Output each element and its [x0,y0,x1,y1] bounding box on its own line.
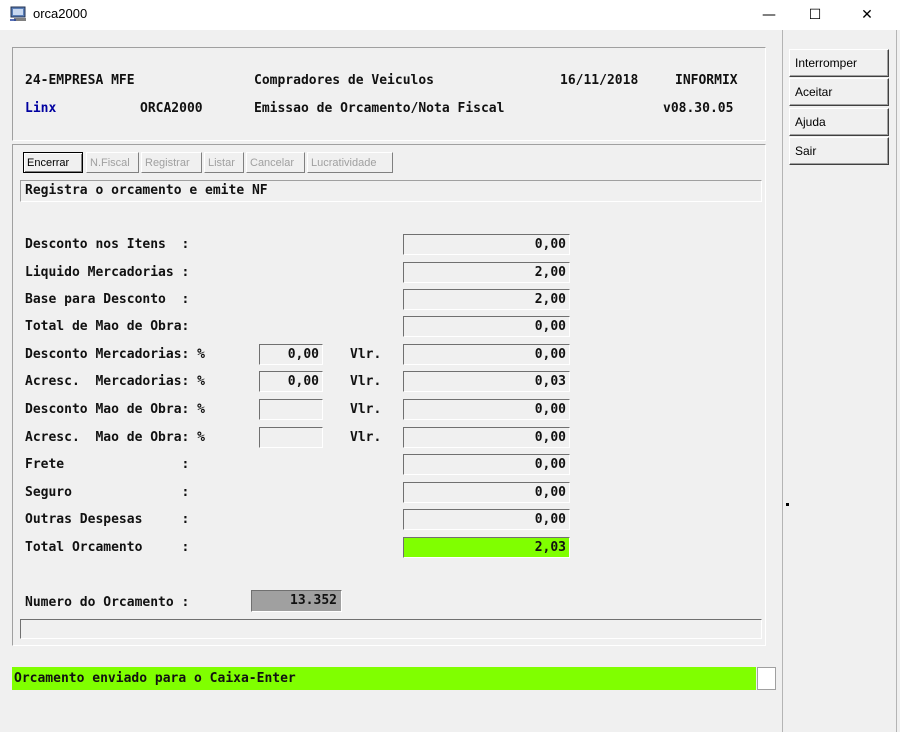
desconto-mercadorias-vlr-label: Vlr. [350,347,382,362]
liquido-mercadorias-label: Liquido Mercadorias : [25,265,190,280]
desconto-mao-obra-label: Desconto Mao de Obra: % [25,402,206,417]
sair-button[interactable]: Sair [789,137,889,165]
seguro-label: Seguro : [25,485,190,500]
desconto-mao-obra-vlr-label: Vlr. [350,402,382,417]
header-date: 16/11/2018 [560,73,639,88]
desconto-mao-obra-value[interactable]: 0,00 [403,399,570,420]
acresc-mao-obra-pct[interactable] [259,427,323,448]
ajuda-button[interactable]: Ajuda [789,108,889,136]
module-title: Compradores de Veiculos [254,73,435,88]
aceitar-button[interactable]: Aceitar [789,78,889,106]
status-input[interactable] [757,667,776,690]
window-right-edge [896,30,897,732]
outras-despesas-value[interactable]: 0,00 [403,509,570,530]
company-name: 24-EMPRESA MFE [25,73,135,88]
desconto-mao-obra-pct[interactable] [259,399,323,420]
brand-name: Linx [25,101,57,116]
side-divider [782,30,783,732]
desconto-mercadorias-pct[interactable]: 0,00 [259,344,323,365]
frete-value[interactable]: 0,00 [403,454,570,475]
program-code: ORCA2000 [140,101,203,116]
app-icon [10,6,28,22]
numero-orcamento-label: Numero do Orcamento : [25,595,190,610]
seguro-value[interactable]: 0,00 [403,482,570,503]
total-mao-obra-label: Total de Mao de Obra: [25,319,190,334]
info-bar [20,619,762,639]
version-label: v08.30.05 [663,101,734,116]
frete-label: Frete : [25,457,190,472]
desconto-mercadorias-value[interactable]: 0,00 [403,344,570,365]
resize-marker [786,503,789,506]
outras-despesas-label: Outras Despesas : [25,512,190,527]
base-desconto-value[interactable]: 2,00 [403,289,570,310]
minimize-button[interactable]: — [746,0,792,30]
close-button[interactable]: ✕ [844,0,890,30]
lucratividade-button[interactable]: Lucratividade [307,152,393,173]
acresc-mao-obra-vlr-label: Vlr. [350,430,382,445]
database-name: INFORMIX [675,73,738,88]
acresc-mercadorias-vlr-label: Vlr. [350,374,382,389]
acresc-mao-obra-label: Acresc. Mao de Obra: % [25,430,206,445]
liquido-mercadorias-value[interactable]: 2,00 [403,262,570,283]
total-mao-obra-value[interactable]: 0,00 [403,316,570,337]
numero-orcamento-value: 13.352 [251,590,342,612]
desconto-mercadorias-label: Desconto Mercadorias: % [25,347,206,362]
header-panel [12,47,766,141]
base-desconto-label: Base para Desconto : [25,292,190,307]
desconto-itens-label: Desconto nos Itens : [25,237,190,252]
desconto-itens-value[interactable]: 0,00 [403,234,570,255]
acresc-mao-obra-value[interactable]: 0,00 [403,427,570,448]
cancelar-button[interactable]: Cancelar [246,152,305,173]
acresc-mercadorias-pct[interactable]: 0,00 [259,371,323,392]
acresc-mercadorias-value[interactable]: 0,03 [403,371,570,392]
nfiscal-button[interactable]: N.Fiscal [86,152,139,173]
total-orcamento-label: Total Orcamento : [25,540,190,555]
interromper-button[interactable]: Interromper [789,49,889,77]
listar-button[interactable]: Listar [204,152,244,173]
total-orcamento-value[interactable]: 2,03 [403,537,570,558]
registrar-button[interactable]: Registrar [141,152,202,173]
encerrar-button[interactable]: Encerrar [23,152,83,173]
acresc-mercadorias-label: Acresc. Mercadorias: % [25,374,206,389]
status-text: Orcamento enviado para o Caixa-Enter [14,671,296,686]
message-text: Registra o orcamento e emite NF [25,183,268,198]
maximize-button[interactable]: ☐ [792,0,838,30]
page-subtitle: Emissao de Orcamento/Nota Fiscal [254,101,505,116]
main-panel [12,144,766,646]
window-title: orca2000 [33,6,88,21]
